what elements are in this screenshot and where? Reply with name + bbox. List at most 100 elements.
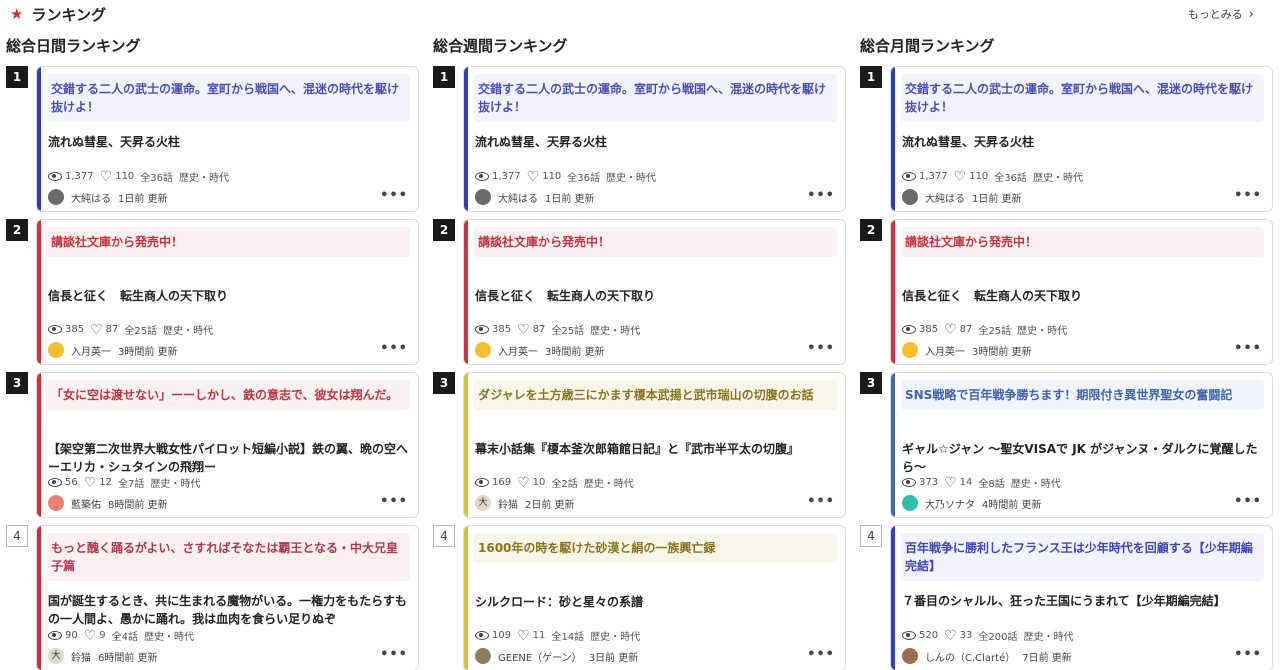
- likes-count: 9: [99, 630, 106, 641]
- genre-label[interactable]: 歴史・時代: [150, 475, 200, 490]
- work-title[interactable]: 信長と征く 転生商人の天下取り: [475, 287, 837, 305]
- genre-label[interactable]: 歴史・時代: [1023, 628, 1073, 643]
- work-card[interactable]: もっと醜く踊るがよい、さすればそなたは覇王となる・中大兄皇子篇 国が誕生するとき…: [36, 525, 419, 670]
- more-options-icon[interactable]: •••: [1234, 189, 1262, 203]
- genre-label[interactable]: 歴史・時代: [590, 322, 640, 337]
- more-options-icon[interactable]: •••: [1234, 495, 1262, 509]
- ranking-column-3: 総合月間ランキング 1 交錯する二人の武士の運命。室町から戦国へ、混迷の時代を駆…: [860, 34, 1273, 670]
- catchphrase-banner[interactable]: 百年戦争に勝利したフランス王は少年時代を回顧する【少年期編完結】: [901, 533, 1264, 581]
- work-card[interactable]: 交錯する二人の武士の運命。室町から戦国へ、混迷の時代を駆け抜けよ！ 流れぬ彗星、…: [463, 66, 846, 212]
- catchphrase-banner[interactable]: 「女に空は渡せない」ーーしかし、鉄の意志で、彼女は翔んだ。: [47, 380, 410, 410]
- rank-badge: 4: [433, 525, 455, 547]
- work-card[interactable]: 交錯する二人の武士の運命。室町から戦国へ、混迷の時代を駆け抜けよ！ 流れぬ彗星、…: [890, 66, 1273, 212]
- genre-label[interactable]: 歴史・時代: [1033, 169, 1083, 184]
- catchphrase-banner[interactable]: ダジャレを土方歳三にかます榎本武揚と武市瑞山の切腹のお話: [474, 380, 837, 410]
- avatar[interactable]: [902, 342, 918, 358]
- genre-label[interactable]: 歴史・時代: [606, 169, 656, 184]
- work-title[interactable]: 流れぬ彗星、天昇る火柱: [902, 133, 1264, 151]
- more-options-icon[interactable]: •••: [807, 342, 835, 356]
- catchphrase-banner[interactable]: 講談社文庫から発売中！: [47, 227, 410, 257]
- catchphrase-banner[interactable]: SNS戦略で百年戦争勝ちます！期限付き異世界聖女の奮闘記: [901, 380, 1264, 410]
- catchphrase-banner[interactable]: 講談社文庫から発売中！: [474, 227, 837, 257]
- genre-label[interactable]: 歴史・時代: [163, 322, 213, 337]
- more-options-icon[interactable]: •••: [1234, 648, 1262, 662]
- work-card[interactable]: 1600年の時を駆けた砂漠と絹の一族興亡録 シルクロード：砂と星々の系譜 109…: [463, 525, 846, 670]
- work-card[interactable]: ダジャレを土方歳三にかます榎本武揚と武市瑞山の切腹のお話 幕末小話集『榎本釜次郎…: [463, 372, 846, 518]
- avatar[interactable]: [902, 648, 918, 664]
- more-options-icon[interactable]: •••: [380, 342, 408, 356]
- work-card[interactable]: 講談社文庫から発売中！ 信長と征く 転生商人の天下取り 385 ♡ 87 全25…: [36, 219, 419, 365]
- catchphrase-banner[interactable]: 交錯する二人の武士の運命。室町から戦国へ、混迷の時代を駆け抜けよ！: [901, 74, 1264, 122]
- work-title[interactable]: 幕末小話集『榎本釜次郎箱館日記』と『武市半平太の切腹』: [475, 440, 837, 458]
- author-name[interactable]: 入月英一: [71, 343, 111, 358]
- avatar[interactable]: [48, 342, 64, 358]
- work-stats: 385 ♡ 87 全25話 歴史・時代: [48, 322, 213, 337]
- author-name[interactable]: 鈴猫: [498, 496, 518, 511]
- author-name[interactable]: 大純はる: [71, 190, 111, 205]
- catchphrase-banner[interactable]: 交錯する二人の武士の運命。室町から戦国へ、混迷の時代を駆け抜けよ！: [474, 74, 837, 122]
- author-name[interactable]: 入月英一: [925, 343, 965, 358]
- catchphrase-banner[interactable]: 1600年の時を駆けた砂漠と絹の一族興亡録: [474, 533, 837, 563]
- work-card[interactable]: 講談社文庫から発売中！ 信長と征く 転生商人の天下取り 385 ♡ 87 全25…: [463, 219, 846, 365]
- avatar[interactable]: [475, 648, 491, 664]
- genre-label[interactable]: 歴史・時代: [590, 628, 640, 643]
- more-options-icon[interactable]: •••: [807, 648, 835, 662]
- catchphrase-banner[interactable]: 交錯する二人の武士の運命。室町から戦国へ、混迷の時代を駆け抜けよ！: [47, 74, 410, 122]
- more-options-icon[interactable]: •••: [380, 189, 408, 203]
- views-count: 90: [65, 630, 78, 641]
- genre-label[interactable]: 歴史・時代: [144, 628, 194, 643]
- avatar[interactable]: 大: [48, 648, 64, 664]
- author-name[interactable]: 藍築佑: [71, 496, 101, 511]
- work-card[interactable]: 講談社文庫から発売中！ 信長と征く 転生商人の天下取り 385 ♡ 87 全25…: [890, 219, 1273, 365]
- work-stats: 373 ♡ 14 全8話 歴史・時代: [902, 475, 1061, 490]
- author-name[interactable]: しんの（C.Clarté）: [925, 649, 1015, 664]
- author-name[interactable]: GEENE（ゲーン）: [498, 649, 582, 664]
- avatar[interactable]: [475, 342, 491, 358]
- ranking-item: 2 講談社文庫から発売中！ 信長と征く 転生商人の天下取り 385 ♡ 87 全…: [6, 219, 419, 365]
- more-options-icon[interactable]: •••: [380, 495, 408, 509]
- work-card[interactable]: 「女に空は渡せない」ーーしかし、鉄の意志で、彼女は翔んだ。 【架空第二次世界大戦…: [36, 372, 419, 518]
- column-title: 総合日間ランキング: [6, 37, 141, 55]
- avatar[interactable]: [902, 495, 918, 511]
- work-title[interactable]: 【架空第二次世界大戦女性パイロット短編小説】鉄の翼、晩の空へ ーエリカ・シュタイ…: [48, 440, 418, 476]
- avatar[interactable]: 大: [475, 495, 491, 511]
- work-title[interactable]: ギャル☆ジャン 〜聖女VISAで JK がジャンヌ・ダルクに覚醒したら〜: [902, 440, 1264, 476]
- see-more-link[interactable]: もっとみる ›: [1188, 6, 1254, 22]
- author-name[interactable]: 鈴猫: [71, 649, 91, 664]
- catchphrase-banner[interactable]: もっと醜く踊るがよい、さすればそなたは覇王となる・中大兄皇子篇: [47, 533, 410, 581]
- work-title[interactable]: ７番目のシャルル、狂った王国にうまれて【少年期編完結】: [902, 592, 1264, 610]
- work-title[interactable]: 信長と征く 転生商人の天下取り: [48, 287, 410, 305]
- updated-time: 2日前 更新: [525, 499, 575, 511]
- catchphrase-banner[interactable]: 講談社文庫から発売中！: [901, 227, 1264, 257]
- work-card[interactable]: 百年戦争に勝利したフランス王は少年時代を回顧する【少年期編完結】 ７番目のシャル…: [890, 525, 1273, 670]
- genre-label[interactable]: 歴史・時代: [1011, 475, 1061, 490]
- rank-badge: 1: [433, 66, 455, 88]
- more-options-icon[interactable]: •••: [380, 648, 408, 662]
- author-name[interactable]: 大純はる: [925, 190, 965, 205]
- views-count: 385: [65, 324, 85, 335]
- avatar[interactable]: [48, 495, 64, 511]
- work-title[interactable]: 国が誕生するとき、共に生まれる魔物がいる。一権力をもたらすもの一人間よ、愚かに踊…: [48, 592, 410, 628]
- more-options-icon[interactable]: •••: [1234, 342, 1262, 356]
- work-title[interactable]: シルクロード：砂と星々の系譜: [475, 593, 837, 611]
- likes-stat: ♡ 110: [954, 170, 989, 184]
- genre-label[interactable]: 歴史・時代: [1017, 322, 1067, 337]
- work-title[interactable]: 流れぬ彗星、天昇る火柱: [475, 133, 837, 151]
- avatar[interactable]: [475, 189, 491, 205]
- genre-label[interactable]: 歴史・時代: [584, 475, 634, 490]
- avatar[interactable]: [48, 189, 64, 205]
- views-count: 373: [919, 477, 939, 488]
- work-title[interactable]: 流れぬ彗星、天昇る火柱: [48, 133, 410, 151]
- author-name[interactable]: 大純はる: [498, 190, 538, 205]
- more-options-icon[interactable]: •••: [807, 495, 835, 509]
- author-name[interactable]: 入月英一: [498, 343, 538, 358]
- work-card[interactable]: SNS戦略で百年戦争勝ちます！期限付き異世界聖女の奮闘記 ギャル☆ジャン 〜聖女…: [890, 372, 1273, 518]
- avatar[interactable]: [902, 189, 918, 205]
- author-name[interactable]: 大乃ソナタ: [925, 496, 975, 511]
- author-row: 大純はる 1日前 更新: [902, 189, 1022, 205]
- work-card[interactable]: 交錯する二人の武士の運命。室町から戦国へ、混迷の時代を駆け抜けよ！ 流れぬ彗星、…: [36, 66, 419, 212]
- likes-count: 12: [99, 477, 113, 488]
- genre-label[interactable]: 歴史・時代: [179, 169, 229, 184]
- work-title[interactable]: 信長と征く 転生商人の天下取り: [902, 287, 1264, 305]
- more-options-icon[interactable]: •••: [807, 189, 835, 203]
